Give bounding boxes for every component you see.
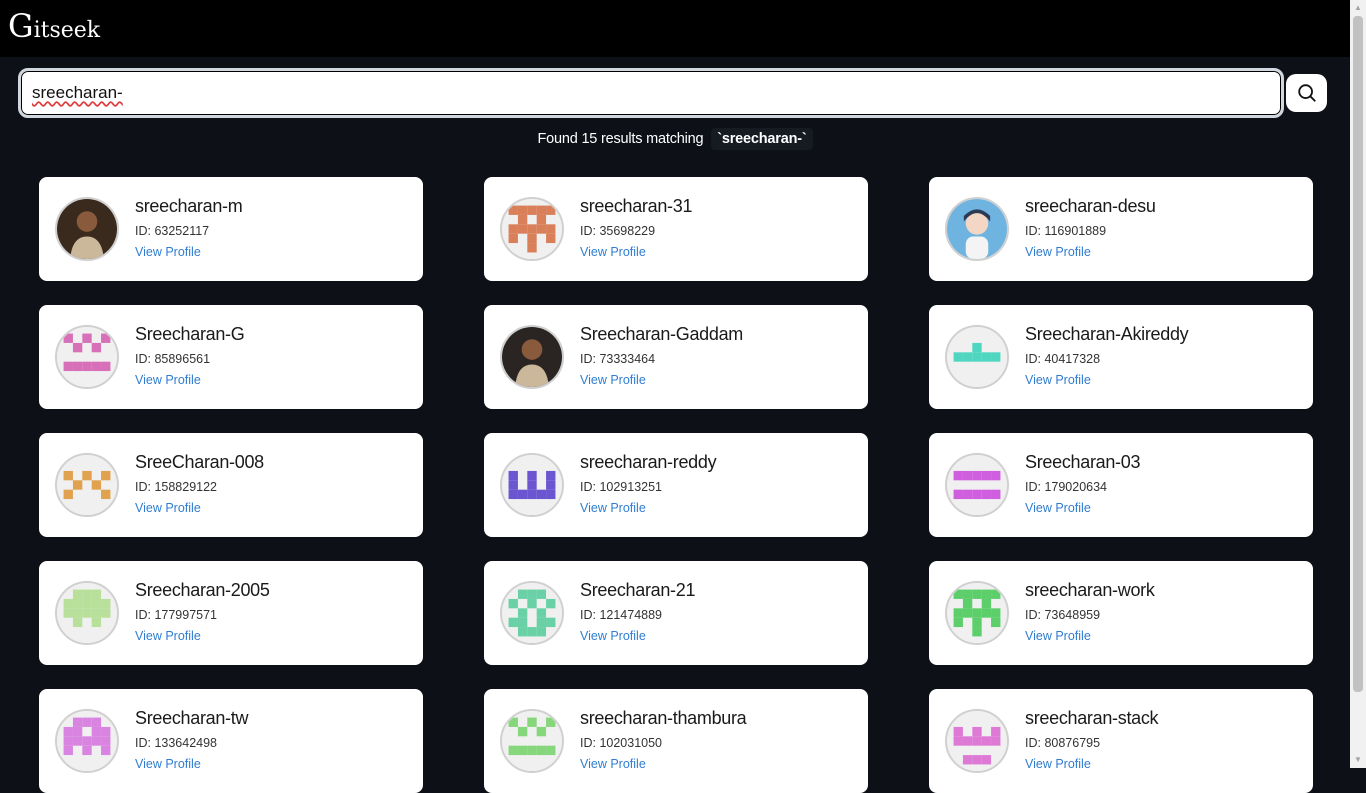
username: Sreecharan-G xyxy=(135,324,245,344)
avatar xyxy=(500,197,564,261)
user-id: ID: 73648959 xyxy=(1025,608,1101,622)
user-id: ID: 177997571 xyxy=(135,608,218,622)
avatar xyxy=(500,581,564,645)
avatar xyxy=(500,709,564,773)
view-profile-link[interactable]: View Profile xyxy=(135,757,201,771)
user-card[interactable]: Sreecharan-G ID: 85896561 View Profile xyxy=(39,305,423,409)
search-button[interactable] xyxy=(1286,74,1327,112)
results-query: `sreecharan-` xyxy=(711,128,813,150)
user-card[interactable]: sreecharan-work ID: 73648959 View Profile xyxy=(929,561,1313,665)
user-id: ID: 80876795 xyxy=(1025,736,1101,750)
user-card[interactable]: Sreecharan-Akireddy ID: 40417328 View Prof… xyxy=(929,305,1313,409)
avatar xyxy=(55,581,119,645)
view-profile-link[interactable]: View Profile xyxy=(1025,245,1091,259)
user-card[interactable]: Sreecharan-2005 ID: 177997571 View Profile xyxy=(39,561,423,665)
avatar xyxy=(55,197,119,261)
user-id: ID: 73333464 xyxy=(580,352,656,366)
view-profile-link[interactable]: View Profile xyxy=(580,373,646,387)
username: sreecharan-reddy xyxy=(580,452,717,472)
avatar xyxy=(500,453,564,517)
user-card[interactable]: Sreecharan-21 ID: 121474889 View Profile xyxy=(484,561,868,665)
username: sreecharan-stack xyxy=(1025,708,1159,728)
scroll-thumb[interactable] xyxy=(1353,16,1363,692)
username: sreecharan-m xyxy=(135,196,243,216)
avatar xyxy=(945,325,1009,389)
username: Sreecharan-2005 xyxy=(135,580,270,600)
username: Sreecharan-03 xyxy=(1025,452,1141,472)
search-input[interactable] xyxy=(18,68,1284,118)
avatar xyxy=(945,709,1009,773)
user-id: ID: 63252117 xyxy=(135,224,210,238)
avatar xyxy=(945,453,1009,517)
avatar xyxy=(55,709,119,773)
logo-text: itseek xyxy=(33,18,101,43)
avatar xyxy=(945,197,1009,261)
avatar xyxy=(945,581,1009,645)
app-logo[interactable]: Gitseek xyxy=(8,10,100,43)
user-card[interactable]: sreecharan-stack ID: 80876795 View Profile xyxy=(929,689,1313,793)
username: sreecharan-thambura xyxy=(580,708,747,728)
scroll-up-arrow-icon[interactable]: ▲ xyxy=(1350,0,1366,16)
scrollbar[interactable]: ▲ ▼ xyxy=(1350,0,1366,768)
username: Sreecharan-21 xyxy=(580,580,696,600)
view-profile-link[interactable]: View Profile xyxy=(135,373,201,387)
user-card[interactable]: Sreecharan-Gaddam ID: 73333464 View Profil… xyxy=(484,305,868,409)
view-profile-link[interactable]: View Profile xyxy=(1025,757,1091,771)
view-profile-link[interactable]: View Profile xyxy=(1025,373,1091,387)
user-id: ID: 35698229 xyxy=(580,224,656,238)
username: sreecharan-desu xyxy=(1025,196,1156,216)
scroll-down-arrow-icon[interactable]: ▼ xyxy=(1350,752,1366,768)
user-id: ID: 158829122 xyxy=(135,480,218,494)
view-profile-link[interactable]: View Profile xyxy=(1025,501,1091,515)
user-card[interactable]: SreeCharan-008 ID: 158829122 View Profile xyxy=(39,433,423,537)
avatar xyxy=(55,325,119,389)
avatar xyxy=(500,325,564,389)
logo-initial: G xyxy=(8,7,34,45)
user-card[interactable]: sreecharan-m ID: 63252117 View Profile xyxy=(39,177,423,281)
user-grid: sreecharan-m ID: 63252117 View Profile sree… xyxy=(39,177,1313,793)
username: Sreecharan-Akireddy xyxy=(1025,324,1189,344)
user-card[interactable]: Sreecharan-03 ID: 179020634 View Profile xyxy=(929,433,1313,537)
user-card[interactable]: sreecharan-reddy ID: 102913251 View Profil… xyxy=(484,433,868,537)
user-card[interactable]: sreecharan-thambura ID: 102031050 View Pro… xyxy=(484,689,868,793)
search-bar: sreecharan- xyxy=(18,68,1330,118)
user-id: ID: 121474889 xyxy=(580,608,663,622)
user-card[interactable]: sreecharan-31 ID: 35698229 View Profile xyxy=(484,177,868,281)
results-count-text: Found 15 results matching xyxy=(537,131,704,147)
user-id: ID: 85896561 xyxy=(135,352,211,366)
username: SreeCharan-008 xyxy=(135,452,264,472)
avatar xyxy=(55,453,119,517)
user-id: ID: 102031050 xyxy=(580,736,663,750)
user-id: ID: 179020634 xyxy=(1025,480,1108,494)
view-profile-link[interactable]: View Profile xyxy=(580,629,646,643)
username: Sreecharan-Gaddam xyxy=(580,324,743,344)
view-profile-link[interactable]: View Profile xyxy=(1025,629,1091,643)
view-profile-link[interactable]: View Profile xyxy=(135,245,201,259)
view-profile-link[interactable]: View Profile xyxy=(580,757,646,771)
user-card[interactable]: sreecharan-desu ID: 116901889 View Profile xyxy=(929,177,1313,281)
view-profile-link[interactable]: View Profile xyxy=(135,501,201,515)
username: Sreecharan-tw xyxy=(135,708,249,728)
user-id: ID: 40417328 xyxy=(1025,352,1101,366)
view-profile-link[interactable]: View Profile xyxy=(580,501,646,515)
app-header: Gitseek xyxy=(0,0,1350,57)
user-id: ID: 133642498 xyxy=(135,736,218,750)
view-profile-link[interactable]: View Profile xyxy=(580,245,646,259)
username: sreecharan-work xyxy=(1025,580,1155,600)
search-icon xyxy=(1297,84,1316,102)
user-id: ID: 102913251 xyxy=(580,480,663,494)
user-id: ID: 116901889 xyxy=(1025,224,1107,238)
username: sreecharan-31 xyxy=(580,196,693,216)
user-card[interactable]: Sreecharan-tw ID: 133642498 View Profile xyxy=(39,689,423,793)
view-profile-link[interactable]: View Profile xyxy=(135,629,201,643)
results-summary: Found 15 results matching `sreecharan-` xyxy=(0,128,1350,150)
